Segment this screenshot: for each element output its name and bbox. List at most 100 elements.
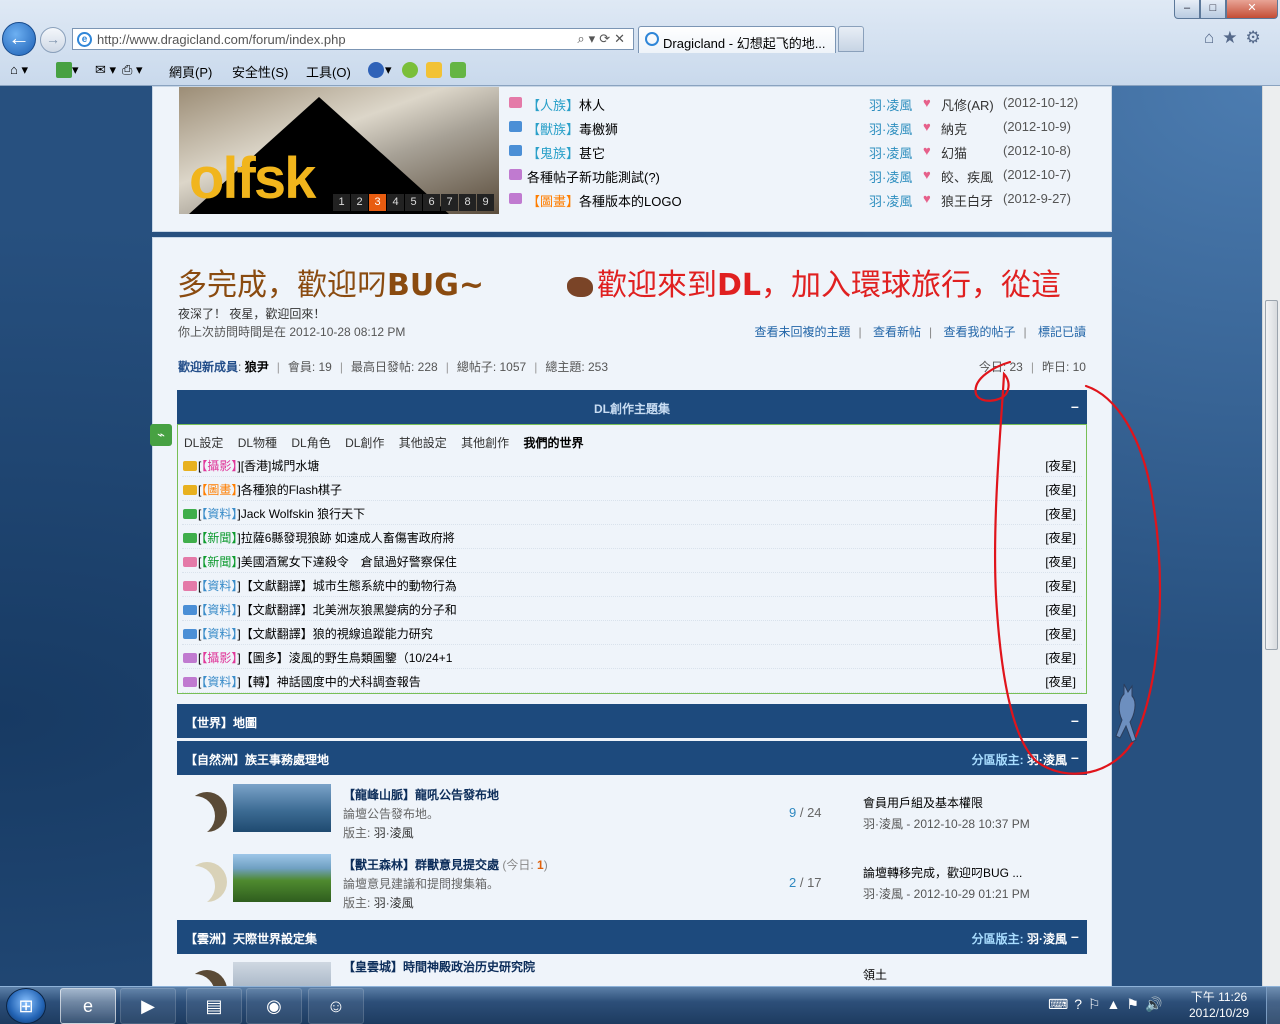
- dl-thread-author[interactable]: [夜星]: [1045, 481, 1076, 498]
- dl-thread-author[interactable]: [夜星]: [1045, 673, 1076, 690]
- taskbar-ie-icon[interactable]: e: [60, 988, 116, 1024]
- recent-thread-title[interactable]: 【圖畫】各種版本的LOGO: [527, 191, 682, 210]
- recent-thread-title[interactable]: 【獸族】毒檄狮: [527, 119, 618, 138]
- tab-dl-species[interactable]: DL物種: [238, 436, 277, 450]
- forum-thumbnail[interactable]: [233, 784, 331, 832]
- feeds-icon[interactable]: [56, 62, 72, 78]
- slide-number[interactable]: 5: [405, 194, 422, 211]
- dl-thread-author[interactable]: [夜星]: [1045, 553, 1076, 570]
- dl-thread-title[interactable]: [【資料】]【文獻翻譯】城市生態系統中的動物行為: [198, 577, 457, 594]
- taskbar-clock[interactable]: 下午 11:26 2012/10/29: [1184, 989, 1254, 1021]
- tab-other-settings[interactable]: 其他設定: [399, 436, 447, 450]
- tab-dragicland[interactable]: Dragicland - 幻想起飞的地...: [638, 26, 836, 53]
- menu-tools[interactable]: 工具(O): [306, 62, 351, 81]
- recent-thread-title[interactable]: 各種帖子新功能測試(?): [527, 167, 660, 186]
- thread-author[interactable]: 羽·凌風: [869, 119, 912, 138]
- tab-dl-characters[interactable]: DL角色: [291, 436, 330, 450]
- maximize-button[interactable]: □: [1200, 0, 1226, 19]
- thread-author[interactable]: 羽·凌風: [869, 167, 912, 186]
- collapse-icon[interactable]: –: [1071, 712, 1081, 728]
- dl-thread-author[interactable]: [夜星]: [1045, 577, 1076, 594]
- menu-page[interactable]: 網頁(P): [169, 62, 212, 81]
- moderator-name[interactable]: 羽·淩風: [1027, 753, 1067, 767]
- slide-number[interactable]: 6: [423, 194, 440, 211]
- dl-thread-title[interactable]: [【資料】]【文獻翻譯】狼的視線追蹤能力研究: [198, 625, 433, 642]
- last-reply-user[interactable]: 皎、疾風: [941, 167, 993, 186]
- thread-author[interactable]: 羽·凌風: [869, 95, 912, 114]
- address-tools[interactable]: ⌕▾⟳✕: [577, 31, 629, 47]
- print-icon[interactable]: ⎙ ▾: [122, 62, 143, 78]
- taskbar-explorer-icon[interactable]: ▤: [186, 988, 242, 1024]
- taskbar-media-player-icon[interactable]: ▶: [120, 988, 176, 1024]
- moderator-link[interactable]: 羽·淩風: [374, 896, 414, 910]
- last-post-title[interactable]: 領土: [863, 966, 887, 983]
- rss-icon[interactable]: ⌁: [150, 424, 172, 446]
- newest-member-name[interactable]: 狼尹: [245, 360, 269, 374]
- dl-thread-author[interactable]: [夜星]: [1045, 601, 1076, 618]
- last-reply-user[interactable]: 納克: [941, 119, 967, 138]
- link-mark-read[interactable]: 標記已讀: [1038, 325, 1086, 339]
- help-icon[interactable]: [368, 62, 384, 78]
- dl-thread-title[interactable]: [【資料】]Jack Wolfskin 狼行天下: [198, 505, 365, 522]
- slide-number[interactable]: 7: [441, 194, 458, 211]
- link-my-posts[interactable]: 查看我的帖子: [944, 325, 1016, 339]
- close-window-button[interactable]: ✕: [1226, 0, 1278, 19]
- taskbar-chrome-icon[interactable]: ◉: [246, 988, 302, 1024]
- address-bar[interactable]: e http://www.dragicland.com/forum/index.…: [72, 28, 634, 50]
- dl-section-title[interactable]: DL創作主題集: [177, 400, 1087, 417]
- forum-name[interactable]: 【獸王森林】群獸意見提交處 (今日: 1): [343, 856, 548, 873]
- address-url[interactable]: http://www.dragicland.com/forum/index.ph…: [97, 32, 346, 47]
- minimize-button[interactable]: –: [1174, 0, 1200, 19]
- hao123-icon[interactable]: [450, 62, 466, 78]
- last-reply-user[interactable]: 狼王白牙: [941, 191, 993, 210]
- tab-our-world[interactable]: 我們的世界: [523, 436, 583, 450]
- tab-dl-settings[interactable]: DL設定: [184, 436, 223, 450]
- help-dropdown[interactable]: ▾: [385, 62, 392, 78]
- recent-thread-title[interactable]: 【人族】林人: [527, 95, 605, 114]
- mail-icon[interactable]: ✉ ▾: [95, 62, 116, 78]
- collapse-icon[interactable]: –: [1071, 398, 1081, 414]
- dl-thread-title[interactable]: [【攝影】][香港]城門水塘: [198, 457, 319, 474]
- dl-thread-title[interactable]: [【新聞】]美國酒駕女下達殺令 倉鼠過好警察保住: [198, 553, 457, 570]
- last-reply-user[interactable]: 幻猫: [941, 143, 967, 162]
- dl-thread-author[interactable]: [夜星]: [1045, 505, 1076, 522]
- dl-thread-title[interactable]: [【新聞】]拉薩6縣發現狼跡 如遠成人畜傷害政府將: [198, 529, 455, 546]
- slide-number[interactable]: 3: [369, 194, 386, 211]
- slide-number[interactable]: 2: [351, 194, 368, 211]
- moderator-name[interactable]: 羽·淩風: [1027, 932, 1067, 946]
- back-button[interactable]: ←: [2, 22, 36, 56]
- show-desktop-button[interactable]: [1266, 987, 1280, 1024]
- dl-thread-author[interactable]: [夜星]: [1045, 649, 1076, 666]
- world-map-title[interactable]: 【世界】地圖: [185, 714, 257, 731]
- last-post-title[interactable]: 論壇轉移完成，歡迎叼BUG ...: [863, 864, 1022, 881]
- vertical-scrollbar[interactable]: [1262, 86, 1280, 986]
- moderator-link[interactable]: 羽·淩風: [374, 826, 414, 840]
- thread-author[interactable]: 羽·凌風: [869, 191, 912, 210]
- slide-number[interactable]: 8: [459, 194, 476, 211]
- last-reply-user[interactable]: 凡修(AR): [941, 95, 994, 114]
- banner-slideshow[interactable]: olfsk 123456789: [179, 87, 499, 214]
- slide-number[interactable]: 9: [477, 194, 494, 211]
- feeds-dropdown[interactable]: ▾: [72, 62, 79, 78]
- dl-thread-author[interactable]: [夜星]: [1045, 529, 1076, 546]
- home-favorites-tools-icons[interactable]: ⌂★⚙: [1204, 28, 1269, 48]
- tab-other-creations[interactable]: 其他創作: [461, 436, 509, 450]
- menu-safety[interactable]: 安全性(S): [232, 62, 288, 81]
- link-new-posts[interactable]: 查看新帖: [873, 325, 921, 339]
- taskbar-pps-icon[interactable]: ☺: [308, 988, 364, 1024]
- dl-thread-title[interactable]: [【資料】]【轉】神話國度中的犬科調查報告: [198, 673, 421, 690]
- dl-thread-title[interactable]: [【圖畫】]各種狼的Flash棋子: [198, 481, 342, 498]
- tab-dl-creations[interactable]: DL創作: [345, 436, 384, 450]
- system-tray-icons[interactable]: ⌨?⚐▲⚑🔊: [1048, 996, 1168, 1013]
- messenger-icon[interactable]: [402, 62, 418, 78]
- dl-thread-author[interactable]: [夜星]: [1045, 625, 1076, 642]
- music-icon[interactable]: [426, 62, 442, 78]
- cloud-continent-title[interactable]: 【雲洲】天際世界設定集: [185, 930, 317, 947]
- home-icon[interactable]: ⌂ ▾: [10, 62, 28, 78]
- new-tab-button[interactable]: [838, 26, 864, 52]
- nature-continent-title[interactable]: 【自然洲】族王事務處理地: [185, 751, 329, 768]
- start-button[interactable]: ⊞: [6, 988, 46, 1024]
- dl-thread-title[interactable]: [【攝影】]【圖多】淩風的野生鳥類圖鑒（10/24+1: [198, 649, 452, 666]
- forum-name[interactable]: 【龍峰山脈】龍吼公告發布地: [343, 786, 499, 803]
- slide-number[interactable]: 4: [387, 194, 404, 211]
